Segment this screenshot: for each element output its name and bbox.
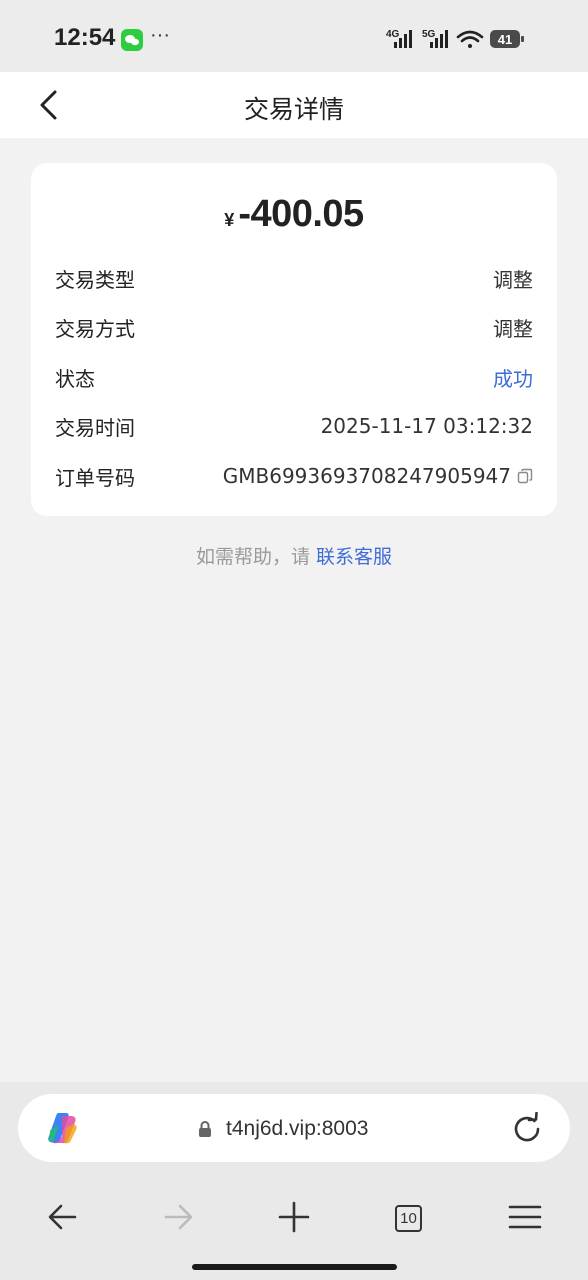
status-time: 12:54 bbox=[54, 24, 116, 51]
transaction-amount: ¥ -400.05 bbox=[31, 193, 557, 236]
home-indicator bbox=[192, 1264, 397, 1270]
signal-1-label: 4G bbox=[386, 29, 400, 40]
arrow-right-icon bbox=[164, 1204, 193, 1230]
lock-icon bbox=[199, 1121, 211, 1137]
status-bar: 12:54 ··· 4G 5G 41 bbox=[0, 0, 588, 72]
browser-forward-button[interactable] bbox=[153, 1192, 203, 1242]
new-tab-button[interactable] bbox=[269, 1192, 319, 1242]
row-transaction-time: 交易时间 2025-11-17 03:12:32 bbox=[55, 411, 533, 441]
signal-2-label: 5G bbox=[422, 29, 436, 40]
address-bar[interactable]: t4nj6d.vip:8003 bbox=[18, 1094, 570, 1162]
page-header: 交易详情 bbox=[0, 72, 588, 138]
row-value: 调整 bbox=[493, 316, 533, 341]
row-transaction-type: 交易类型 调整 bbox=[55, 263, 533, 293]
help-line: 如需帮助，请 联系客服 bbox=[0, 542, 588, 569]
row-label: 状态 bbox=[55, 366, 95, 391]
contact-support-link[interactable]: 联系客服 bbox=[316, 546, 392, 568]
order-number-text: GMB6993693708247905947 bbox=[222, 464, 511, 488]
row-label: 交易时间 bbox=[55, 415, 135, 440]
status-value: 成功 bbox=[493, 366, 533, 391]
transaction-card: ¥ -400.05 交易类型 调整 交易方式 调整 状态 成功 交易时间 2025… bbox=[31, 163, 557, 516]
row-value: 调整 bbox=[493, 267, 533, 292]
row-label: 交易方式 bbox=[55, 316, 135, 341]
menu-button[interactable] bbox=[500, 1192, 550, 1242]
status-more-icon: ··· bbox=[150, 24, 170, 46]
url-text: t4nj6d.vip:8003 bbox=[226, 1117, 369, 1140]
tabs-button[interactable]: 10 bbox=[383, 1192, 433, 1242]
row-order-number: 订单号码 GMB6993693708247905947 bbox=[55, 461, 533, 491]
browser-nav-row: 10 bbox=[0, 1192, 588, 1242]
arrow-left-icon bbox=[48, 1204, 77, 1230]
wechat-notification-icon bbox=[121, 29, 143, 51]
row-label: 交易类型 bbox=[55, 267, 135, 292]
status-indicators: 4G 5G 41 bbox=[386, 29, 524, 48]
wifi-icon bbox=[456, 30, 484, 48]
copy-icon[interactable] bbox=[517, 468, 533, 484]
row-label: 订单号码 bbox=[55, 465, 135, 490]
help-text: 如需帮助，请 bbox=[195, 546, 317, 568]
hamburger-menu-icon bbox=[508, 1205, 542, 1229]
order-number: GMB6993693708247905947 bbox=[223, 464, 533, 488]
tab-count: 10 bbox=[395, 1205, 422, 1232]
battery-level: 41 bbox=[498, 32, 512, 47]
browser-back-button[interactable] bbox=[38, 1192, 88, 1242]
battery-icon: 41 bbox=[490, 30, 524, 48]
currency-symbol: ¥ bbox=[224, 210, 235, 230]
copilot-icon[interactable] bbox=[44, 1110, 80, 1146]
row-transaction-method: 交易方式 调整 bbox=[55, 312, 533, 342]
url-display[interactable]: t4nj6d.vip:8003 bbox=[198, 1114, 368, 1144]
amount-value: -400.05 bbox=[238, 193, 364, 235]
row-value: 2025-11-17 03:12:32 bbox=[320, 414, 533, 438]
row-status: 状态 成功 bbox=[55, 362, 533, 392]
reload-icon[interactable] bbox=[510, 1112, 544, 1146]
page-title: 交易详情 bbox=[243, 95, 344, 124]
plus-icon bbox=[278, 1201, 310, 1233]
browser-toolbar: t4nj6d.vip:8003 10 bbox=[0, 1082, 588, 1280]
